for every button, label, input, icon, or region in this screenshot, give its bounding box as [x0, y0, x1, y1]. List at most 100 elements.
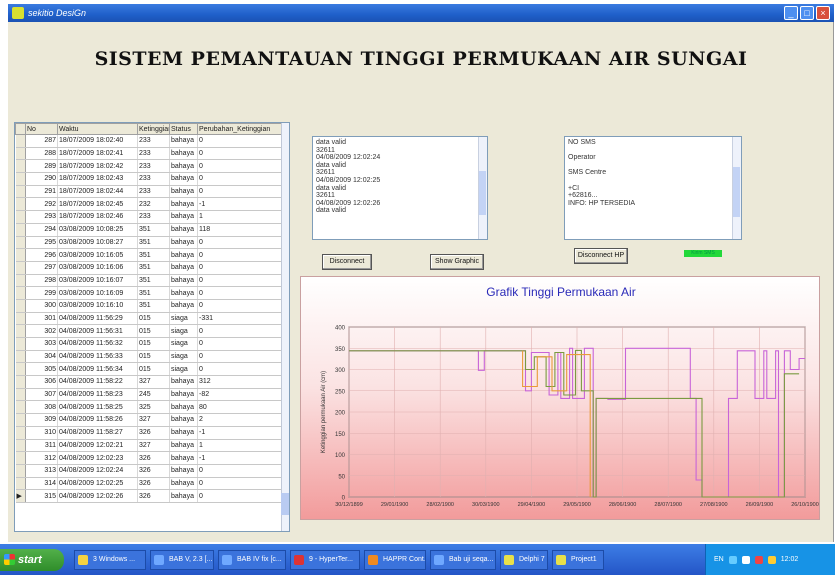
- cell-ketinggian[interactable]: 351: [137, 274, 170, 288]
- cell-status[interactable]: bahaya: [169, 489, 198, 503]
- taskbar-task[interactable]: Delphi 7: [500, 549, 548, 570]
- tray-update-icon[interactable]: [767, 555, 776, 564]
- row-indicator[interactable]: [15, 134, 26, 148]
- taskbar-task[interactable]: BAB V, 2.3 [...: [150, 549, 214, 570]
- cell-ketinggian[interactable]: 326: [137, 426, 170, 440]
- cell-waktu[interactable]: 03/08/2009 10:16:05: [57, 248, 138, 262]
- table-row[interactable]: 299 03/08/2009 10:16:09 351 bahaya 0: [15, 286, 284, 300]
- cell-status[interactable]: bahaya: [169, 299, 198, 313]
- language-indicator[interactable]: EN: [714, 556, 724, 563]
- cell-ketinggian[interactable]: 326: [137, 464, 170, 478]
- table-row[interactable]: 290 18/07/2009 18:02:43 233 bahaya 0: [15, 172, 284, 186]
- cell-status[interactable]: bahaya: [169, 147, 198, 161]
- tray-volume-icon[interactable]: [741, 555, 750, 564]
- cell-waktu[interactable]: 03/08/2009 10:16:09: [57, 286, 138, 300]
- table-row[interactable]: 294 03/08/2009 10:08:25 351 bahaya 118: [15, 223, 284, 237]
- cell-perubahan[interactable]: 0: [197, 362, 284, 377]
- taskbar-task[interactable]: 3 Windows ...: [74, 549, 146, 570]
- table-row[interactable]: 308 04/08/2009 11:58:25 325 bahaya 80: [15, 400, 284, 415]
- table-row[interactable]: 309 04/08/2009 11:58:26 327 bahaya 2: [15, 413, 284, 427]
- window-titlebar[interactable]: sekitio DesiGn _ □ ×: [8, 4, 834, 22]
- table-row[interactable]: 301 04/08/2009 11:56:29 015 siaga -331: [15, 312, 284, 326]
- cell-perubahan[interactable]: 0: [197, 261, 284, 275]
- cell-no[interactable]: 310: [25, 426, 58, 440]
- cell-waktu[interactable]: 04/08/2009 11:58:25: [57, 400, 138, 415]
- cell-status[interactable]: bahaya: [169, 400, 198, 415]
- row-indicator[interactable]: [15, 147, 26, 161]
- start-button[interactable]: start: [0, 548, 64, 571]
- cell-no[interactable]: 300: [25, 299, 58, 313]
- cell-ketinggian[interactable]: 327: [137, 439, 170, 453]
- cell-ketinggian[interactable]: 015: [137, 350, 170, 364]
- cell-ketinggian[interactable]: 015: [137, 324, 170, 338]
- row-indicator[interactable]: [15, 172, 26, 186]
- cell-perubahan[interactable]: 0: [197, 350, 284, 364]
- cell-ketinggian[interactable]: 351: [137, 248, 170, 262]
- sms-log-scroll-thumb[interactable]: [733, 167, 740, 217]
- cell-no[interactable]: 309: [25, 413, 58, 427]
- row-indicator[interactable]: [15, 223, 26, 237]
- cell-perubahan[interactable]: 0: [197, 236, 284, 250]
- cell-no[interactable]: 288: [25, 147, 58, 161]
- tray-clock[interactable]: 12:02: [781, 556, 799, 563]
- sms-log-memo[interactable]: NO SMS Operator SMS Centre +CI +62816... INFO…: [564, 136, 742, 240]
- row-indicator[interactable]: [15, 210, 26, 224]
- cell-status[interactable]: siaga: [169, 362, 198, 377]
- row-indicator[interactable]: [15, 426, 26, 440]
- row-indicator[interactable]: [15, 477, 26, 491]
- row-indicator[interactable]: [15, 464, 26, 478]
- cell-ketinggian[interactable]: 351: [137, 223, 170, 237]
- table-row[interactable]: 289 18/07/2009 18:02:42 233 bahaya 0: [15, 159, 284, 174]
- cell-ketinggian[interactable]: 351: [137, 236, 170, 250]
- cell-waktu[interactable]: 04/08/2009 11:56:32: [57, 337, 138, 351]
- disconnect-hp-button[interactable]: Disconnect HP: [574, 248, 628, 264]
- maximize-button[interactable]: □: [800, 6, 814, 20]
- cell-perubahan[interactable]: 0: [197, 299, 284, 313]
- cell-waktu[interactable]: 03/08/2009 10:16:07: [57, 274, 138, 288]
- cell-ketinggian[interactable]: 233: [137, 147, 170, 161]
- cell-no[interactable]: 305: [25, 362, 58, 377]
- table-row[interactable]: 310 04/08/2009 11:58:27 326 bahaya -1: [15, 426, 284, 440]
- cell-waktu[interactable]: 03/08/2009 10:16:10: [57, 299, 138, 313]
- cell-perubahan[interactable]: 1: [197, 439, 284, 453]
- row-indicator[interactable]: [15, 236, 26, 250]
- table-row[interactable]: 288 18/07/2009 18:02:41 233 bahaya 0: [15, 147, 284, 161]
- cell-status[interactable]: bahaya: [169, 375, 198, 389]
- taskbar-task[interactable]: 9 - HyperTer...: [290, 549, 360, 570]
- taskbar-task[interactable]: BAB IV fix [c...: [218, 549, 286, 570]
- cell-status[interactable]: bahaya: [169, 426, 198, 440]
- cell-status[interactable]: siaga: [169, 312, 198, 326]
- cell-status[interactable]: bahaya: [169, 248, 198, 262]
- minimize-button[interactable]: _: [784, 6, 798, 20]
- cell-ketinggian[interactable]: 326: [137, 451, 170, 465]
- cell-waktu[interactable]: 04/08/2009 11:56:34: [57, 362, 138, 377]
- row-indicator[interactable]: [15, 286, 26, 300]
- grid-scrollbar[interactable]: [281, 123, 289, 531]
- cell-waktu[interactable]: 04/08/2009 11:58:23: [57, 388, 138, 402]
- cell-ketinggian[interactable]: 327: [137, 413, 170, 427]
- cell-ketinggian[interactable]: 233: [137, 134, 170, 148]
- table-row[interactable]: 303 04/08/2009 11:56:32 015 siaga 0: [15, 337, 284, 351]
- grid-header-waktu[interactable]: Waktu: [57, 123, 138, 135]
- cell-waktu[interactable]: 04/08/2009 12:02:23: [57, 451, 138, 465]
- data-grid[interactable]: No Waktu Ketinggian Status Perubahan_Ket…: [14, 122, 290, 532]
- cell-ketinggian[interactable]: 326: [137, 489, 170, 503]
- cell-no[interactable]: 296: [25, 248, 58, 262]
- table-row[interactable]: 292 18/07/2009 18:02:45 232 bahaya -1: [15, 197, 284, 212]
- cell-ketinggian[interactable]: 233: [137, 185, 170, 199]
- row-indicator[interactable]: [15, 185, 26, 199]
- cell-perubahan[interactable]: 0: [197, 337, 284, 351]
- cell-status[interactable]: siaga: [169, 324, 198, 338]
- cell-perubahan[interactable]: 0: [197, 489, 284, 503]
- cell-waktu[interactable]: 18/07/2009 18:02:40: [57, 134, 138, 148]
- table-row[interactable]: 304 04/08/2009 11:56:33 015 siaga 0: [15, 350, 284, 364]
- cell-no[interactable]: 293: [25, 210, 58, 224]
- close-button[interactable]: ×: [816, 6, 830, 20]
- grid-header-perubahan[interactable]: Perubahan_Ketinggian: [197, 123, 284, 135]
- taskbar-task[interactable]: Project1: [552, 549, 604, 570]
- cell-perubahan[interactable]: 0: [197, 159, 284, 174]
- cell-status[interactable]: bahaya: [169, 185, 198, 199]
- cell-ketinggian[interactable]: 015: [137, 337, 170, 351]
- cell-status[interactable]: bahaya: [169, 274, 198, 288]
- cell-status[interactable]: bahaya: [169, 261, 198, 275]
